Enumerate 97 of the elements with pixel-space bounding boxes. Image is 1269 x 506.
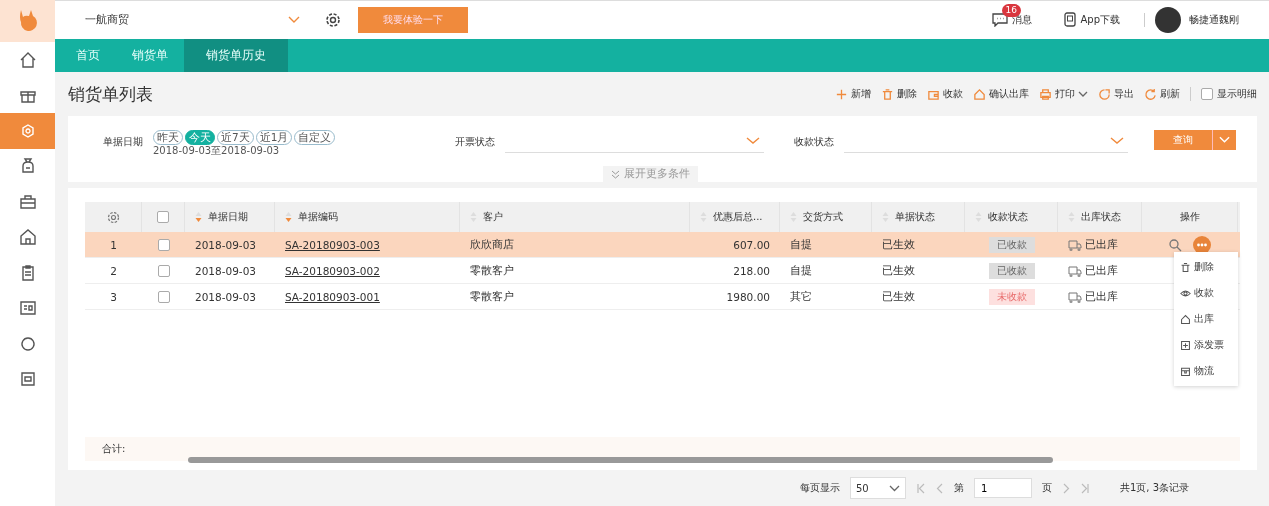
date-range-chip[interactable]: 自定义 (294, 130, 336, 145)
table-cell: 218.00 (733, 264, 770, 277)
trash-icon (1180, 261, 1191, 273)
table-cell: 已出库 (1085, 237, 1118, 252)
last-page-icon[interactable] (1079, 482, 1090, 494)
row-checkbox[interactable] (157, 290, 170, 303)
table-cell: 已生效 (882, 289, 915, 304)
row-number: 2 (110, 264, 117, 277)
sidebar-item[interactable] (0, 113, 55, 149)
row-checkbox[interactable] (157, 238, 170, 251)
printer-icon (1039, 87, 1052, 101)
table-cell: 零散客户 (470, 263, 514, 278)
order-code-link[interactable]: SA-20180903-001 (285, 290, 380, 303)
first-page-icon[interactable] (915, 482, 926, 494)
payment-status-tag: 已收款 (988, 262, 1035, 279)
company-select[interactable]: 一航商贸 (85, 12, 300, 28)
table-cell: 欣欣商店 (470, 237, 514, 252)
row-checkbox[interactable] (157, 264, 170, 277)
order-code-link[interactable]: SA-20180903-003 (285, 238, 380, 251)
date-range-text: 2018-09-03至2018-09-03 (153, 145, 281, 156)
table-cell: 2018-09-03 (195, 290, 257, 303)
toolbar-button[interactable]: 收款 (927, 87, 963, 101)
previous-page-icon[interactable] (935, 482, 944, 494)
invoice-status-label: 开票状态 (455, 135, 496, 149)
box-icon (1180, 365, 1191, 377)
total-label: 合计: (102, 442, 126, 456)
date-range-chip[interactable]: 近7天 (217, 130, 254, 145)
caret-icon (1110, 137, 1125, 145)
select-all-checkbox[interactable] (157, 211, 169, 223)
page-input[interactable]: 1 (973, 478, 1032, 498)
page-prefix: 第 (953, 481, 964, 495)
toolbar-button[interactable]: 导出 (1098, 87, 1134, 101)
house-icon (1180, 313, 1191, 325)
table-cell: 2018-09-03 (195, 264, 257, 277)
date-range-chip[interactable]: 近1月 (255, 130, 293, 145)
payment-status-label: 收款状态 (794, 135, 835, 149)
table-cell: 自提 (790, 237, 812, 252)
search-icon[interactable] (1168, 237, 1182, 252)
table-cell: 已出库 (1085, 263, 1118, 278)
table-cell: 607.00 (733, 238, 770, 251)
caret-icon (746, 137, 761, 145)
plus-icon (835, 87, 848, 101)
table-cell: 已出库 (1085, 289, 1118, 304)
house-icon (17, 227, 38, 248)
caret-icon (288, 15, 300, 24)
house-icon (973, 87, 986, 101)
show-detail-checkbox[interactable]: 显示明细 (1201, 87, 1257, 101)
page-summary: 共1页, 3条记录 (1119, 481, 1189, 495)
export-icon (1098, 87, 1111, 101)
avatar[interactable] (1155, 6, 1181, 33)
user-name[interactable]: 畅捷通魏刚 (1189, 12, 1239, 27)
per-page-label: 每页显示 (799, 481, 840, 495)
table-cell: 已生效 (882, 237, 915, 252)
next-page-icon[interactable] (1061, 482, 1070, 494)
payment-status-tag: 已收款 (988, 236, 1035, 253)
row-number: 3 (110, 290, 117, 303)
row-number: 1 (110, 238, 117, 251)
toolbar-button[interactable]: 刷新 (1144, 87, 1180, 101)
app-download-button[interactable]: App下载 (1058, 11, 1126, 29)
page-title: 销货单列表 (68, 82, 153, 106)
chat-icon (992, 12, 1009, 27)
tab[interactable]: 销货单历史 (184, 38, 288, 72)
menu-item[interactable]: 物流 (1174, 358, 1238, 384)
page-suffix: 页 (1041, 481, 1052, 495)
query-options-button[interactable] (1212, 130, 1237, 150)
payment-status-tag: 未收款 (988, 288, 1035, 305)
double-chevron-icon (611, 169, 620, 179)
caret-icon (888, 484, 900, 492)
toolbar-button[interactable]: 确认出库 (973, 87, 1029, 101)
date-label: 单据日期 (103, 135, 143, 149)
toolbar-button[interactable]: 打印 (1039, 87, 1088, 101)
truck-icon (1068, 290, 1082, 303)
table-cell: 其它 (790, 289, 812, 304)
trash-icon (881, 87, 894, 101)
per-page-select[interactable]: 50 (849, 477, 906, 499)
table-cell: 自提 (790, 263, 812, 278)
date-range-chip[interactable]: 昨天 (153, 130, 183, 145)
plus-box-icon (1180, 339, 1191, 351)
scrollbar-thumb[interactable] (188, 457, 1053, 463)
menu-item[interactable]: 添发票 (1174, 332, 1238, 358)
refresh-icon (1144, 87, 1157, 101)
table-cell: 1980.00 (726, 290, 770, 303)
more-icon[interactable] (1192, 234, 1212, 255)
caret-icon (1219, 136, 1231, 144)
eye-icon (1180, 287, 1191, 299)
logo-icon (0, 0, 55, 42)
order-code-link[interactable]: SA-20180903-002 (285, 264, 380, 277)
phone-icon (1064, 12, 1077, 28)
table-cell: 零散客户 (470, 289, 514, 304)
truck-icon (1068, 238, 1082, 251)
toolbar-button[interactable]: 新增 (835, 87, 871, 101)
table-row[interactable]: 1 2018-09-03 SA-20180903-003 欣欣商店 607.00 自提 已生效 已收款 已出库 (85, 232, 1240, 258)
toolbar-button[interactable]: 删除 (881, 87, 917, 101)
settings-icon[interactable] (324, 10, 342, 29)
table-cell: 已生效 (882, 263, 915, 278)
truck-icon (1068, 264, 1082, 277)
table-cell: 2018-09-03 (195, 238, 257, 251)
